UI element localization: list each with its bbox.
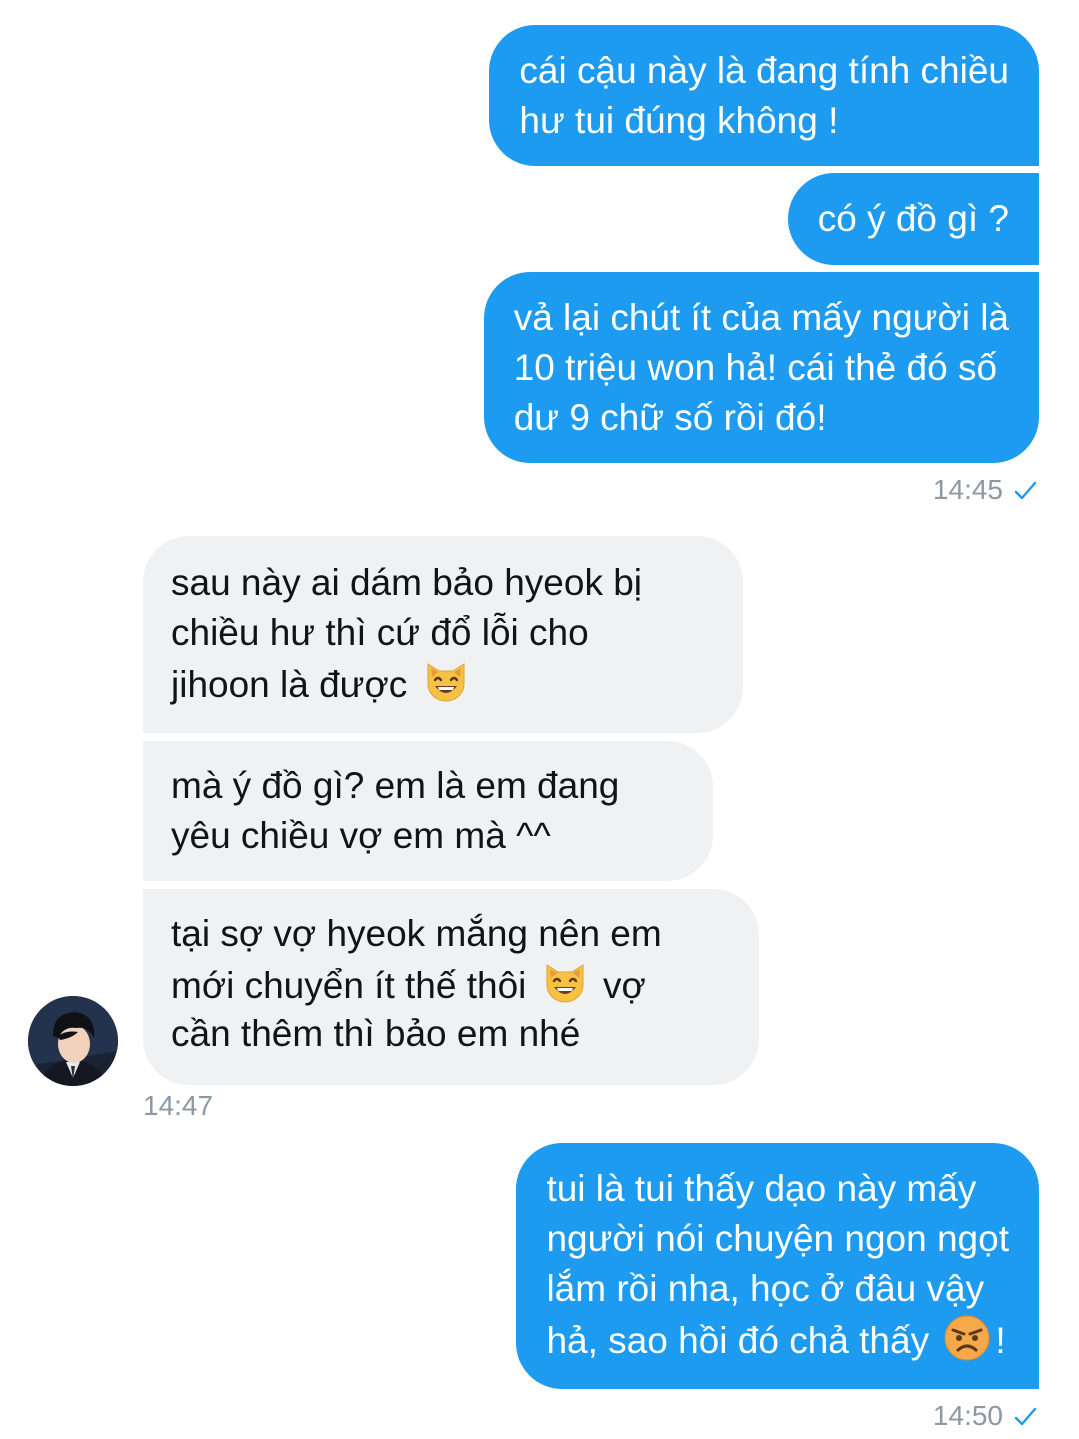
message-text: cần thêm thì bảo em nhé bbox=[171, 1013, 581, 1054]
message-text: chiều hư thì cứ đổ lỗi cho bbox=[171, 612, 589, 653]
outgoing-message[interactable]: có ý đồ gì ? bbox=[787, 173, 1039, 265]
message-text: cái cậu này là đang tính chiều bbox=[519, 50, 1009, 91]
smiling-cat-emoji-icon bbox=[427, 663, 464, 702]
message-text: vả lại chút ít của mấy người là bbox=[513, 297, 1009, 338]
timestamp: 14:50 bbox=[933, 1400, 1037, 1432]
message-text-with-emoji: mới chuyển ít thế thôi vợ bbox=[171, 959, 731, 1009]
check-icon bbox=[1014, 1407, 1037, 1426]
message-text: jihoon là được bbox=[171, 664, 408, 705]
avatar[interactable] bbox=[28, 996, 118, 1086]
outgoing-message[interactable]: cái cậu này là đang tính chiều hư tui đú… bbox=[489, 25, 1039, 166]
check-icon bbox=[1014, 481, 1037, 500]
message-text: yêu chiều vợ em mà ^^ bbox=[171, 815, 551, 856]
avatar-image bbox=[28, 996, 118, 1086]
message-text: lắm rồi nha, học ở đâu vậy bbox=[546, 1268, 985, 1309]
message-text: mới chuyển ít thế thôi bbox=[171, 965, 527, 1006]
incoming-message[interactable]: mà ý đồ gì? em là em đang yêu chiều vợ e… bbox=[143, 741, 713, 881]
message-text: tại sợ vợ hyeok mắng nên em bbox=[171, 913, 662, 954]
message-text: sau này ai dám bảo hyeok bị bbox=[171, 562, 643, 603]
message-text: ! bbox=[995, 1320, 1006, 1361]
outgoing-message[interactable]: vả lại chút ít của mấy người là 10 triệu… bbox=[483, 272, 1039, 463]
timestamp-text: 14:50 bbox=[932, 1400, 1003, 1431]
message-text-with-emoji: hả, sao hồi đó chả thấy ! bbox=[546, 1314, 1009, 1364]
message-text: mà ý đồ gì? em là em đang bbox=[171, 765, 620, 806]
smiling-cat-emoji-icon bbox=[546, 964, 584, 1003]
message-text: dư 9 chữ số rồi đó! bbox=[513, 397, 827, 438]
message-text: vợ bbox=[602, 965, 646, 1006]
message-text: 10 triệu won hả! cái thẻ đó số bbox=[513, 347, 998, 388]
message-text: hư tui đúng không ! bbox=[519, 100, 839, 141]
message-text: tui là tui thấy dạo này mấy bbox=[546, 1168, 977, 1209]
incoming-message[interactable]: sau này ai dám bảo hyeok bị chiều hư thì… bbox=[143, 536, 743, 733]
outgoing-message[interactable]: tui là tui thấy dạo này mấy người nói ch… bbox=[516, 1143, 1039, 1389]
timestamp-text: 14:45 bbox=[932, 474, 1003, 505]
timestamp: 14:47 bbox=[143, 1090, 213, 1122]
angry-face-emoji-icon bbox=[944, 1315, 990, 1361]
message-text-with-emoji: jihoon là được bbox=[171, 658, 715, 708]
message-text: người nói chuyện ngon ngọt bbox=[546, 1218, 1009, 1259]
incoming-message[interactable]: tại sợ vợ hyeok mắng nên em mới chuyển í… bbox=[143, 889, 759, 1085]
message-text: hả, sao hồi đó chả thấy bbox=[546, 1320, 930, 1361]
timestamp-text: 14:47 bbox=[143, 1090, 214, 1121]
message-text: có ý đồ gì ? bbox=[817, 198, 1009, 239]
timestamp: 14:45 bbox=[933, 474, 1037, 506]
